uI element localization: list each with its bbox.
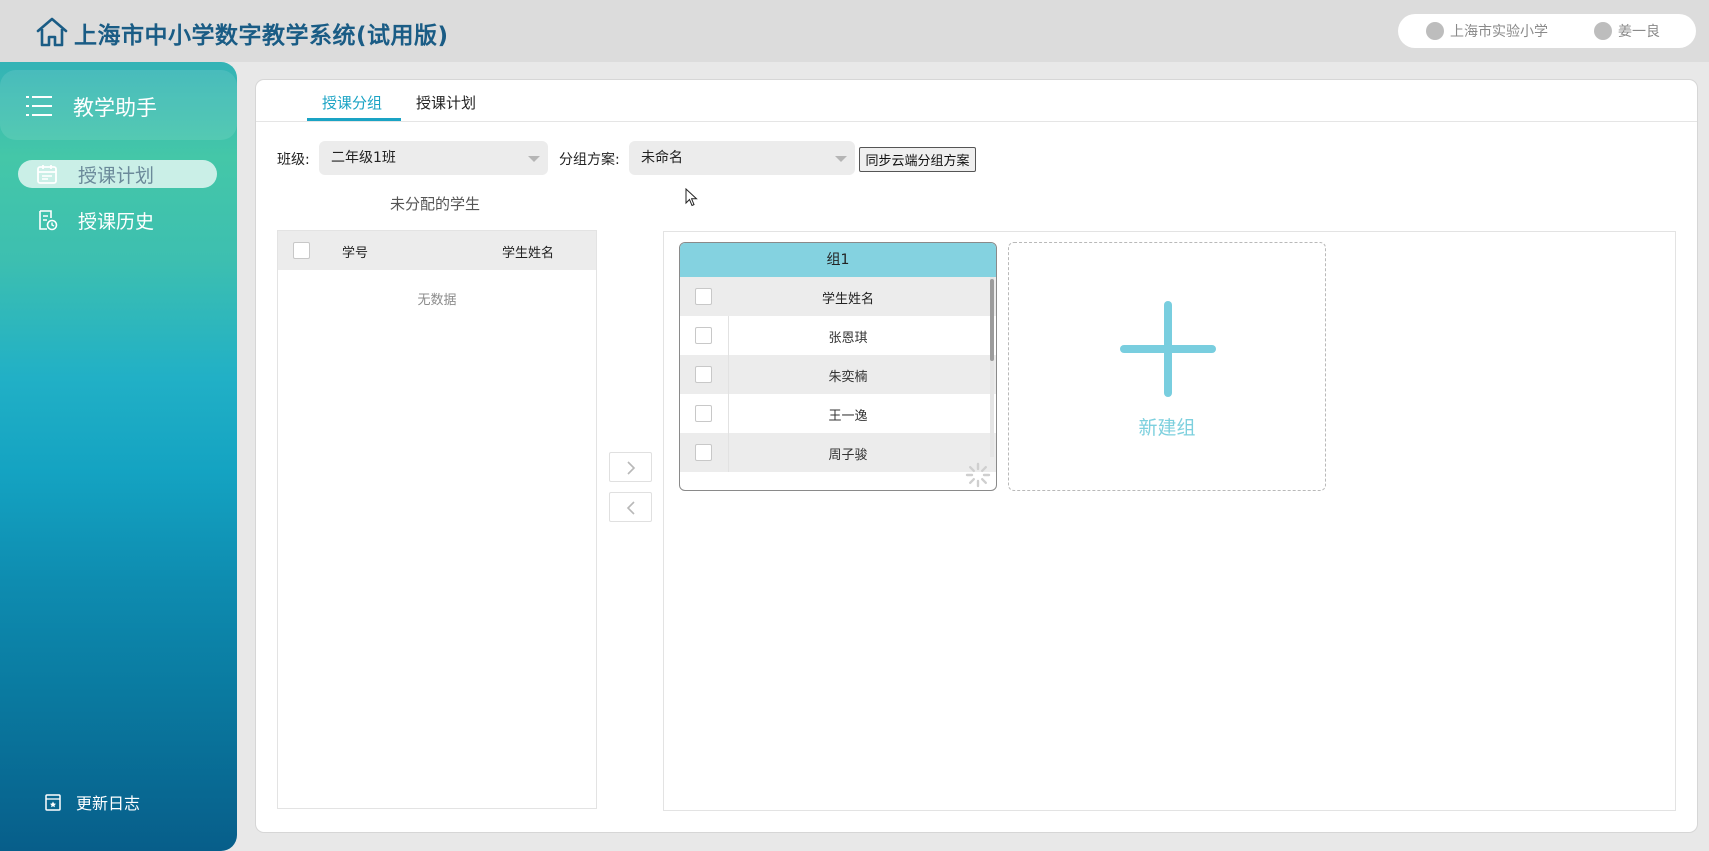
user-menu[interactable]: 姜一良: [1594, 14, 1660, 48]
row-checkbox[interactable]: [695, 444, 712, 461]
calendar-icon: [37, 165, 57, 184]
school-selector[interactable]: 上海市实验小学: [1426, 14, 1548, 48]
table-row[interactable]: 朱奕楠: [680, 355, 996, 394]
column-student-name: 学生姓名: [821, 292, 874, 307]
school-name: 上海市实验小学: [1450, 24, 1548, 40]
group-plan-label: 分组方案:: [559, 152, 620, 168]
class-label: 班级:: [277, 152, 310, 168]
sidebar-item-label: 授课计划: [78, 164, 155, 187]
sidebar-item-label: 授课历史: [78, 210, 155, 233]
chevron-right-icon: [627, 461, 636, 475]
document-clock-icon: [39, 210, 58, 231]
user-avatar-icon: [1594, 22, 1612, 40]
user-info-pill: 上海市实验小学 姜一良: [1398, 14, 1696, 48]
table-row[interactable]: 王一逸: [680, 394, 996, 433]
row-checkbox[interactable]: [695, 366, 712, 383]
unassigned-students-table: 学号 学生姓名 无数据: [277, 230, 597, 809]
table-row[interactable]: 张恩琪: [680, 316, 996, 355]
sidebar-title: 教学助手: [73, 96, 157, 120]
table-row[interactable]: 周子骏: [680, 433, 996, 472]
student-name: 王一逸: [828, 409, 868, 424]
move-right-button[interactable]: [609, 452, 652, 482]
scrollbar-thumb[interactable]: [990, 279, 994, 361]
mouse-cursor-icon: [685, 188, 698, 207]
active-tab-indicator: [307, 118, 401, 121]
unassigned-title: 未分配的学生: [390, 195, 481, 213]
class-select-value: 二年级1班: [331, 150, 396, 166]
top-header: 上海市中小学数字教学系统(试用版) 上海市实验小学 姜一良: [0, 0, 1709, 62]
move-left-button[interactable]: [609, 492, 652, 522]
column-student-name: 学生姓名: [502, 246, 555, 261]
chevron-left-icon: [626, 501, 635, 515]
row-checkbox[interactable]: [695, 327, 712, 344]
update-log-label: 更新日志: [76, 794, 141, 813]
home-icon[interactable]: [34, 14, 70, 50]
school-icon: [1426, 22, 1444, 40]
tab-teaching-group[interactable]: 授课分组: [322, 92, 382, 113]
row-checkbox[interactable]: [695, 405, 712, 422]
sidebar-item-teaching-plan[interactable]: 授课计划: [18, 160, 217, 188]
user-name: 姜一良: [1618, 24, 1660, 40]
group-title[interactable]: 组1: [680, 243, 996, 277]
column-student-id: 学号: [342, 246, 369, 261]
tab-teaching-plan[interactable]: 授课计划: [416, 92, 476, 113]
group-plan-select[interactable]: 未命名: [629, 141, 855, 175]
chevron-down-icon: [835, 156, 847, 162]
group-card: 组1 学生姓名 张恩琪 朱奕楠 王一逸 周子骏: [679, 242, 997, 491]
plus-icon-bar: [1120, 345, 1216, 353]
sync-cloud-plan-button[interactable]: 同步云端分组方案: [859, 147, 976, 172]
sidebar-item-teaching-history[interactable]: 授课历史: [18, 206, 217, 234]
empty-placeholder: 无数据: [417, 293, 457, 308]
chevron-down-icon: [528, 156, 540, 162]
student-name: 张恩琪: [828, 331, 868, 346]
menu-icon[interactable]: [26, 95, 52, 117]
loading-spinner-icon: [965, 462, 991, 488]
update-log-link[interactable]: 更新日志: [44, 790, 140, 814]
class-select[interactable]: 二年级1班: [319, 141, 548, 175]
main-panel: 授课分组 授课计划 班级: 二年级1班 分组方案: 未命名 同步云端分组方案 未…: [256, 80, 1697, 832]
app-title: 上海市中小学数字教学系统(试用版): [74, 23, 449, 49]
student-name: 朱奕楠: [828, 370, 868, 385]
sidebar: 教学助手 授课计划 授课历史 更新日志: [0, 62, 237, 851]
group-table-header: 学生姓名: [680, 277, 996, 316]
group-select-all-checkbox[interactable]: [695, 288, 712, 305]
group-plan-value: 未命名: [641, 150, 683, 166]
select-all-checkbox[interactable]: [293, 242, 310, 259]
changelog-icon: [45, 794, 61, 811]
new-group-label: 新建组: [1138, 417, 1196, 439]
new-group-card[interactable]: 新建组: [1008, 242, 1326, 491]
tab-bar: 授课分组 授课计划: [256, 80, 1697, 122]
groups-area: 组1 学生姓名 张恩琪 朱奕楠 王一逸 周子骏 新建组: [663, 231, 1676, 811]
student-name: 周子骏: [828, 448, 868, 463]
table-header: 学号 学生姓名: [278, 231, 596, 270]
